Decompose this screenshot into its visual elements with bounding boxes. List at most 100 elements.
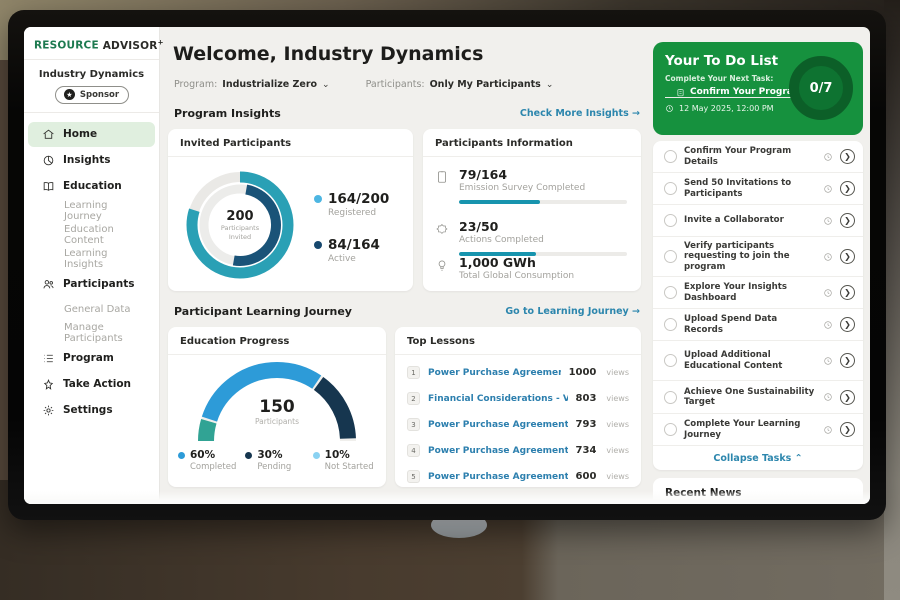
top-lessons-card: Top Lessons 1 Power Purchase Agreements … bbox=[395, 327, 641, 487]
actions-completed-row: 23/50 Actions Completed bbox=[435, 219, 627, 256]
sidebar-item-education-content[interactable]: Education Content bbox=[28, 224, 155, 247]
task-go-button[interactable]: ❯ bbox=[840, 317, 855, 332]
sponsor-badge[interactable]: ★ Sponsor bbox=[55, 86, 129, 104]
task-checkbox[interactable] bbox=[664, 391, 677, 404]
logo-advisor: ADVISOR+ bbox=[103, 40, 164, 52]
task-go-button[interactable]: ❯ bbox=[840, 213, 855, 228]
lesson-row: 1 Power Purchase Agreements 101 1000 vie… bbox=[407, 360, 629, 385]
sidebar-item-manage-participants[interactable]: Manage Participants bbox=[28, 322, 155, 345]
task-checkbox[interactable] bbox=[664, 182, 677, 195]
task-checkbox[interactable] bbox=[664, 286, 677, 299]
task-label[interactable]: Upload Spend Data Records bbox=[684, 314, 816, 335]
task-checkbox[interactable] bbox=[664, 150, 677, 163]
todo-subtitle: Complete Your Next Task: bbox=[665, 74, 773, 83]
task-label[interactable]: Explore Your Insights Dashboard bbox=[684, 282, 816, 303]
lesson-link[interactable]: Power Purchase Agreements 101 bbox=[428, 420, 568, 430]
pending-dot bbox=[245, 452, 252, 459]
legend-not-started: 10% Not Started bbox=[313, 449, 380, 472]
task-label[interactable]: Upload Additional Educational Content bbox=[684, 350, 816, 371]
task-label[interactable]: Achieve One Sustainability Target bbox=[684, 387, 816, 408]
clock-icon bbox=[823, 252, 833, 262]
sidebar-item-home[interactable]: Home bbox=[28, 122, 155, 147]
task-row: Upload Spend Data Records ❯ bbox=[653, 309, 863, 341]
lesson-link[interactable]: Financial Considerations - VPPAs bbox=[428, 394, 568, 404]
list-icon bbox=[42, 352, 55, 365]
sidebar-item-program[interactable]: Program bbox=[28, 346, 155, 371]
invited-donut-chart: 200 Participants Invited bbox=[182, 167, 298, 283]
task-row: Invite a Collaborator ❯ bbox=[653, 205, 863, 237]
sidebar-item-insights[interactable]: Insights bbox=[28, 148, 155, 173]
filters-row: Program: Industrialize Zero ⌄ Participan… bbox=[174, 79, 553, 90]
legend-completed: 60% Completed bbox=[178, 449, 245, 472]
task-label[interactable]: Invite a Collaborator bbox=[684, 215, 816, 225]
todo-column: Your To Do List Complete Your Next Task:… bbox=[652, 27, 870, 504]
rank-badge: 2 bbox=[407, 392, 420, 405]
collapse-tasks-link[interactable]: Collapse Tasks ⌃ bbox=[653, 446, 863, 470]
task-label[interactable]: Verify participants requesting to join t… bbox=[684, 241, 816, 272]
actions-icon bbox=[435, 222, 449, 236]
active-dot bbox=[314, 241, 322, 249]
task-row: Achieve One Sustainability Target ❯ bbox=[653, 381, 863, 414]
donut-center-label: Participants Invited bbox=[214, 224, 266, 240]
clock-icon bbox=[823, 425, 833, 435]
task-go-button[interactable]: ❯ bbox=[840, 249, 855, 264]
task-go-button[interactable]: ❯ bbox=[840, 181, 855, 196]
main-content: Welcome, Industry Dynamics Program: Indu… bbox=[160, 27, 652, 504]
program-filter[interactable]: Program: Industrialize Zero ⌄ bbox=[174, 79, 330, 90]
clock-icon bbox=[823, 216, 833, 226]
task-checkbox[interactable] bbox=[664, 318, 677, 331]
task-row: Confirm Your Program Details ❯ bbox=[653, 141, 863, 173]
bulb-icon bbox=[435, 258, 449, 272]
task-go-button[interactable]: ❯ bbox=[840, 390, 855, 405]
clock-icon bbox=[823, 152, 833, 162]
lesson-row: 2 Financial Considerations - VPPAs 803 v… bbox=[407, 386, 629, 411]
task-checkbox[interactable] bbox=[664, 354, 677, 367]
task-go-button[interactable]: ❯ bbox=[840, 422, 855, 437]
sidebar-item-take-action[interactable]: Take Action bbox=[28, 372, 155, 397]
sidebar-item-participants[interactable]: Participants bbox=[28, 272, 155, 297]
participants-filter[interactable]: Participants: Only My Participants ⌄ bbox=[366, 79, 554, 90]
gauge-center-label: Participants bbox=[192, 417, 362, 426]
lesson-row: 3 Power Purchase Agreements 101 793 view… bbox=[407, 412, 629, 437]
lesson-link[interactable]: Power Purchase Agreements 101 bbox=[428, 368, 561, 378]
monitor-bezel: RESOURCE ADVISOR+ Industry Dynamics ★ Sp… bbox=[8, 10, 886, 520]
task-row: Complete Your Learning Journey ❯ bbox=[653, 414, 863, 446]
task-go-button[interactable]: ❯ bbox=[840, 353, 855, 368]
sidebar-item-learning-journey[interactable]: Learning Journey bbox=[28, 200, 155, 223]
task-label[interactable]: Send 50 Invitations to Participants bbox=[684, 178, 816, 199]
survey-icon bbox=[435, 170, 449, 184]
lesson-link[interactable]: Power Purchase Agreements 102 bbox=[428, 446, 568, 456]
task-label[interactable]: Complete Your Learning Journey bbox=[684, 419, 816, 440]
task-checkbox[interactable] bbox=[664, 214, 677, 227]
donut-center-value: 200 bbox=[226, 209, 253, 224]
task-label[interactable]: Confirm Your Program Details bbox=[684, 146, 816, 167]
rank-badge: 4 bbox=[407, 444, 420, 457]
recent-news-card: Recent News bbox=[653, 478, 863, 504]
go-to-learning-journey-link[interactable]: Go to Learning Journey → bbox=[505, 306, 640, 317]
legend-pending: 30% Pending bbox=[245, 449, 312, 472]
task-go-button[interactable]: ❯ bbox=[840, 285, 855, 300]
sidebar-item-learning-insights[interactable]: Learning Insights bbox=[28, 248, 155, 271]
task-row: Explore Your Insights Dashboard ❯ bbox=[653, 277, 863, 309]
task-row: Send 50 Invitations to Participants ❯ bbox=[653, 173, 863, 205]
sidebar-item-settings[interactable]: Settings bbox=[28, 398, 155, 423]
lesson-link[interactable]: Power Purchase Agreements 103 bbox=[428, 472, 568, 482]
education-gauge-chart: 150 Participants bbox=[192, 357, 362, 445]
card-title: Invited Participants bbox=[168, 129, 413, 157]
logo-resource: RESOURCE bbox=[34, 40, 99, 52]
page-title: Welcome, Industry Dynamics bbox=[173, 43, 483, 65]
todo-progress-value: 0/7 bbox=[810, 81, 833, 96]
sidebar: RESOURCE ADVISOR+ Industry Dynamics ★ Sp… bbox=[24, 27, 160, 504]
lesson-row: 4 Power Purchase Agreements 102 734 view… bbox=[407, 438, 629, 463]
card-title: Education Progress bbox=[168, 327, 386, 355]
task-go-button[interactable]: ❯ bbox=[840, 149, 855, 164]
todo-title: Your To Do List bbox=[665, 53, 778, 69]
sidebar-item-general-data[interactable]: General Data bbox=[28, 298, 155, 321]
sidebar-item-education[interactable]: Education bbox=[28, 174, 155, 199]
task-checkbox[interactable] bbox=[664, 250, 677, 263]
home-icon bbox=[42, 128, 55, 141]
sponsor-icon: ★ bbox=[64, 89, 75, 100]
task-checkbox[interactable] bbox=[664, 423, 677, 436]
check-more-insights-link[interactable]: Check More Insights → bbox=[520, 108, 640, 119]
completed-dot bbox=[178, 452, 185, 459]
